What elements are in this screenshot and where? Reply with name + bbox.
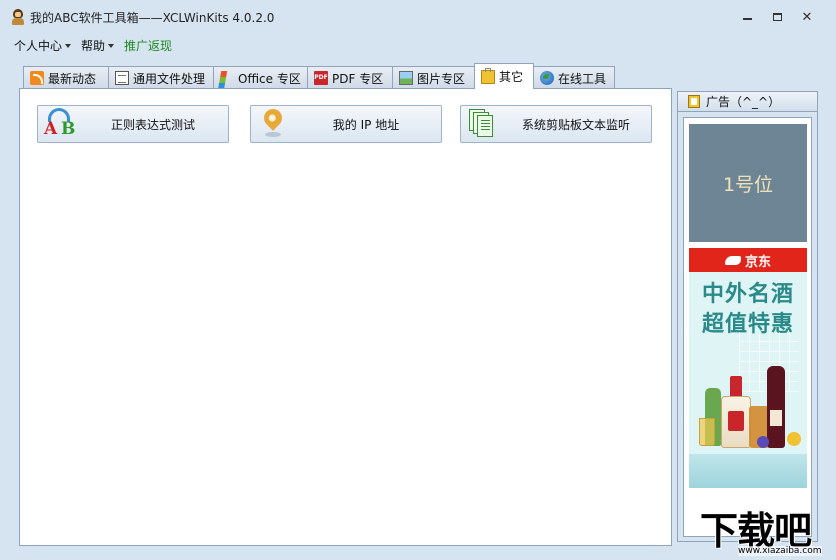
picture-icon [399, 71, 413, 85]
ad-slot-1[interactable]: 1号位 [689, 124, 807, 242]
regex-test-button[interactable]: A B 正则表达式测试 [37, 105, 229, 143]
jd-floor [689, 454, 807, 488]
tab-label: PDF 专区 [332, 71, 384, 86]
clipboard-pages-icon [465, 107, 501, 141]
caret-down-icon [108, 43, 115, 48]
pdf-icon: PDF [314, 71, 328, 85]
location-pin-icon [255, 105, 291, 141]
tab-strip: 最新动态 通用文件处理 Office 专区 PDF PDF 专区 图片专区 其它… [23, 63, 615, 95]
jd-headline-1: 中外名酒 [701, 282, 794, 307]
minimize-button[interactable] [732, 8, 762, 26]
jd-logo: 京东 [689, 248, 807, 272]
file-icon [115, 71, 129, 85]
minimize-icon [742, 18, 752, 20]
tab-latest-news[interactable]: 最新动态 [23, 66, 109, 89]
menu-promotion-cashback[interactable]: 推广返现 [124, 37, 172, 54]
tab-pdf[interactable]: PDF PDF 专区 [307, 66, 393, 89]
tab-label: 图片专区 [417, 71, 466, 86]
button-label: 我的 IP 地址 [332, 117, 400, 132]
globe-icon [540, 71, 554, 85]
jd-dog-icon [724, 255, 741, 265]
tab-file-processing[interactable]: 通用文件处理 [108, 66, 214, 89]
button-label: 系统剪贴板文本监听 [521, 117, 630, 132]
close-button[interactable]: ✕ [792, 8, 822, 26]
office-logo-icon [217, 71, 235, 95]
title-bar: 我的ABC软件工具箱——XCLWinKits 4.0.2.0 ✕ [0, 0, 836, 34]
tab-label: 其它 [499, 70, 524, 84]
menu-label: 帮助 [81, 38, 106, 53]
maximize-icon [772, 13, 782, 21]
tab-label: 最新动态 [48, 71, 97, 86]
menu-label: 推广返现 [124, 38, 173, 53]
ad-container: 1号位 京东 中外名酒 超值特惠 [683, 117, 812, 537]
window-title: 我的ABC软件工具箱——XCLWinKits 4.0.2.0 [30, 10, 275, 25]
maximize-button[interactable] [762, 8, 792, 26]
close-icon: ✕ [801, 9, 813, 25]
tab-label: 通用文件处理 [133, 71, 206, 86]
grape-image [757, 436, 769, 448]
tab-label: 在线工具 [558, 71, 607, 86]
jd-brand: 京东 [744, 254, 771, 270]
menu-personal-center[interactable]: 个人中心 [14, 37, 72, 54]
ad-slot-1-label: 1号位 [722, 173, 774, 196]
menu-bar: 个人中心 帮助 推广返现 [0, 34, 182, 56]
window-controls: ✕ [732, 8, 822, 26]
rss-icon [30, 71, 44, 85]
clipboard-icon [688, 95, 700, 108]
baijiu-bottle-image [721, 396, 751, 448]
tab-other[interactable]: 其它 [474, 63, 534, 89]
tab-pictures[interactable]: 图片专区 [392, 66, 475, 89]
ad-panel-header: 广告（^_^） [678, 92, 817, 112]
glass-image [699, 418, 715, 446]
lemon-image [787, 432, 801, 446]
person-avatar-icon [10, 9, 26, 25]
my-ip-address-button[interactable]: 我的 IP 地址 [250, 105, 442, 143]
baijiu-bottle-neck [730, 376, 742, 398]
clipboard-monitor-button[interactable]: 系统剪贴板文本监听 [460, 105, 652, 143]
ad-panel: 广告（^_^） 1号位 京东 中外名酒 超值特惠 [677, 91, 818, 542]
jd-ad-banner[interactable]: 京东 中外名酒 超值特惠 [689, 248, 807, 488]
tab-online-tools[interactable]: 在线工具 [533, 66, 615, 89]
site-watermark: 下载吧 www.xiazaiba.com [698, 502, 836, 560]
menu-help[interactable]: 帮助 [81, 37, 115, 54]
button-label: 正则表达式测试 [110, 117, 195, 132]
abc-regex-icon: A B [42, 107, 78, 141]
tab-office[interactable]: Office 专区 [213, 66, 308, 95]
clipboard-icon [481, 67, 495, 84]
watermark-url: www.xiazaiba.com [738, 546, 822, 556]
ad-panel-title: 广告（^_^） [706, 95, 781, 109]
tab-content-panel: A B 正则表达式测试 我的 IP 地址 系统剪贴板文本监听 [19, 88, 672, 546]
regex-icon-letter-b: B [61, 119, 76, 139]
menu-label: 个人中心 [14, 38, 63, 53]
tab-label: Office 专区 [238, 71, 301, 86]
regex-icon-letter-a: A [44, 119, 58, 139]
wine-bottle-image [767, 366, 785, 448]
caret-down-icon [65, 43, 72, 48]
